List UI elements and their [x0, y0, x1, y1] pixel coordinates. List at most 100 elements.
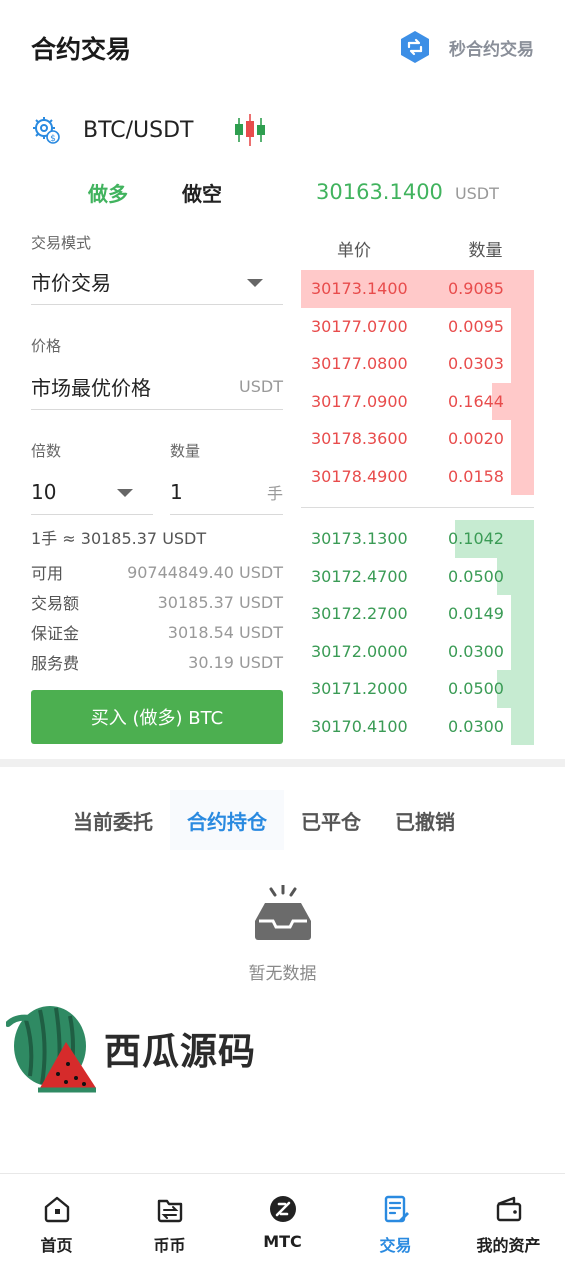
order-qty: 0.0500	[448, 679, 504, 699]
leverage-value: 10	[31, 479, 57, 504]
tab-short[interactable]: 做空	[182, 178, 222, 207]
order-tabs: 当前委托 合约持仓 已平仓 已撤销	[56, 790, 516, 850]
tab-current-orders[interactable]: 当前委托	[56, 790, 170, 850]
tab-trade[interactable]: 交易	[339, 1174, 452, 1274]
tab-label: 币币	[153, 1236, 186, 1255]
settings-coin-icon[interactable]: $	[31, 115, 61, 145]
exchange-icon	[157, 1199, 182, 1223]
tab-long[interactable]: 做多	[88, 178, 128, 207]
mtc-icon	[269, 1196, 296, 1222]
empty-state: 暂无数据	[0, 883, 565, 984]
quantity-input[interactable]: 1 手	[170, 469, 283, 515]
empty-inbox-icon	[254, 883, 311, 940]
tab-positions[interactable]: 合约持仓	[170, 790, 284, 850]
info-row: 交易额 30185.37 USDT	[31, 592, 283, 614]
bid-row[interactable]: 30172.4700 0.0500	[301, 557, 534, 595]
bid-list: 30173.1300 0.1042 30172.4700 0.0500 30172.27…	[301, 520, 534, 745]
price-label: 价格	[31, 337, 62, 355]
order-price: 30170.4100	[311, 716, 408, 736]
quantity-value: 1	[170, 479, 183, 504]
bid-row[interactable]: 30172.2700 0.0149	[301, 595, 534, 633]
watermelon-logo	[6, 1006, 96, 1093]
ask-list: 30173.1400 0.9085 30177.0700 0.0095 30177.08…	[301, 270, 534, 495]
order-price: 30178.4900	[311, 466, 408, 486]
order-price: 30173.1400	[311, 279, 408, 299]
order-price: 30177.0700	[311, 316, 408, 336]
mode-select[interactable]: 市价交易	[31, 259, 283, 305]
page-header: 合约交易 秒合约交易	[0, 0, 565, 96]
ask-row[interactable]: 30173.1400 0.9085	[301, 270, 534, 308]
order-qty: 0.9085	[448, 279, 504, 299]
chevron-down-icon	[117, 489, 133, 497]
order-price: 30172.2700	[311, 604, 408, 624]
order-price: 30177.0800	[311, 354, 408, 374]
mode-label: 交易模式	[31, 234, 92, 252]
tab-label: 我的资产	[476, 1236, 541, 1255]
trading-pair[interactable]: BTC/USDT	[83, 118, 193, 143]
pair-bar: $ BTC/USDT	[31, 110, 267, 150]
bid-row[interactable]: 30171.2000 0.0500	[301, 670, 534, 708]
book-divider	[301, 507, 534, 508]
order-qty: 0.0095	[448, 316, 504, 336]
account-info: 可用 90744849.40 USDT 交易额 30185.37 USDT 保证金 3…	[31, 557, 283, 677]
svg-text:$: $	[50, 134, 56, 144]
second-contract-button[interactable]: 秒合约交易	[399, 30, 534, 64]
last-price: 30163.1400 USDT	[316, 180, 499, 204]
tab-home[interactable]: 首页	[0, 1174, 113, 1274]
bid-row[interactable]: 30173.1300 0.1042	[301, 520, 534, 558]
leverage-select[interactable]: 10	[31, 469, 153, 515]
info-row: 服务费 30.19 USDT	[31, 652, 283, 674]
chevron-down-icon	[247, 279, 263, 287]
candlestick-icon[interactable]	[233, 113, 267, 147]
lot-note: 1手 ≈ 30185.37 USDT	[31, 529, 207, 548]
tab-closed[interactable]: 已平仓	[284, 790, 378, 850]
watermark-text: 西瓜源码	[104, 1030, 256, 1073]
tab-label: 交易	[379, 1236, 412, 1255]
last-price-unit: USDT	[454, 184, 499, 203]
wallet-icon	[496, 1196, 521, 1222]
swap-icon	[401, 31, 429, 63]
ask-row[interactable]: 30178.4900 0.0158	[301, 457, 534, 495]
buy-long-button[interactable]: 买入 (做多) BTC	[31, 690, 283, 744]
order-qty: 0.0149	[448, 604, 504, 624]
order-qty: 0.1042	[448, 529, 504, 549]
info-row: 保证金 3018.54 USDT	[31, 622, 283, 644]
order-price: 30178.3600	[311, 429, 408, 449]
leverage-label: 倍数	[31, 442, 62, 460]
order-price: 30172.4700	[311, 566, 408, 586]
ask-row[interactable]: 30177.0900 0.1644	[301, 382, 534, 420]
bid-row[interactable]: 30170.4100 0.0300	[301, 707, 534, 745]
last-price-value: 30163.1400	[316, 180, 443, 204]
qty-header: 数量	[468, 240, 503, 261]
tab-assets[interactable]: 我的资产	[452, 1174, 565, 1274]
tab-label: 首页	[40, 1236, 73, 1255]
watermark: 西瓜源码	[6, 1000, 256, 1096]
price-unit: USDT	[239, 377, 283, 396]
price-field[interactable]: 市场最优价格 USDT	[31, 364, 283, 410]
price-value: 市场最优价格	[31, 376, 151, 400]
order-book: 单价 数量 30173.1400 0.9085 30177.0700 0.0095 30…	[301, 232, 534, 745]
price-header: 单价	[337, 240, 371, 261]
page-title: 合约交易	[31, 35, 132, 64]
ask-row[interactable]: 30177.0800 0.0303	[301, 345, 534, 383]
bid-row[interactable]: 30172.0000 0.0300	[301, 632, 534, 670]
tab-label: MTC	[263, 1232, 302, 1251]
empty-text: 暂无数据	[248, 964, 317, 984]
order-qty: 0.0303	[448, 354, 504, 374]
order-price: 30177.0900	[311, 391, 408, 411]
order-qty: 0.0300	[448, 716, 504, 736]
home-icon	[44, 1196, 69, 1223]
tab-cancelled[interactable]: 已撤销	[378, 790, 472, 850]
ask-row[interactable]: 30177.0700 0.0095	[301, 307, 534, 345]
ask-row[interactable]: 30178.3600 0.0020	[301, 420, 534, 458]
order-qty: 0.0500	[448, 566, 504, 586]
second-contract-label: 秒合约交易	[449, 39, 534, 60]
bottom-tab-bar: 首页 币币 MTC 交易 我的资产	[0, 1173, 565, 1274]
quantity-unit: 手	[266, 483, 283, 503]
section-separator	[0, 759, 565, 767]
order-price: 30173.1300	[311, 529, 408, 549]
order-qty: 0.1644	[448, 391, 504, 411]
tab-coin[interactable]: 币币	[113, 1174, 226, 1274]
order-book-header: 单价 数量	[301, 232, 534, 264]
tab-mtc[interactable]: MTC	[226, 1174, 339, 1274]
